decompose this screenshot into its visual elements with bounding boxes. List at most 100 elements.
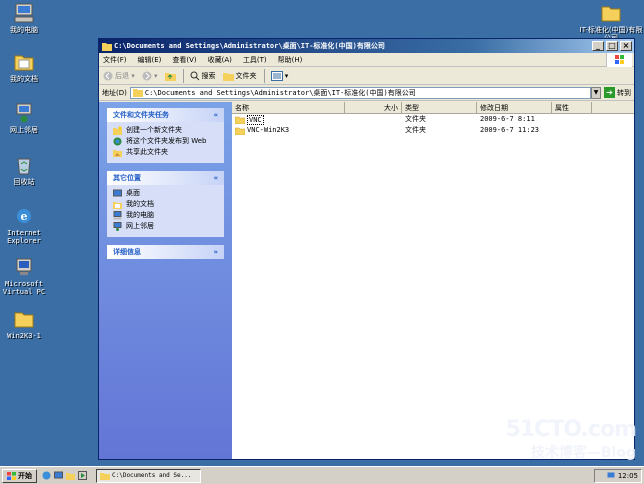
up-folder-icon (164, 72, 176, 81)
search-label: 搜索 (201, 71, 216, 80)
column-modified[interactable]: 修改日期 (477, 102, 552, 113)
new-folder-icon (113, 126, 122, 135)
place-my-documents[interactable]: 我的文档 (113, 200, 218, 209)
panel-header[interactable]: 其它位置 « (107, 171, 224, 185)
search-button[interactable]: 搜索 (190, 71, 216, 81)
menu-favorites[interactable]: 收藏(A) (208, 55, 232, 65)
desktop-icon-ie[interactable]: e Internet Explorer (0, 206, 54, 245)
watermark-line1: 51CTO.com (505, 417, 637, 442)
up-folder-button[interactable] (164, 71, 176, 81)
show-desktop-icon[interactable] (54, 471, 63, 480)
clock[interactable]: 12:05 (618, 472, 638, 480)
share-folder-icon (113, 150, 122, 157)
search-icon (190, 71, 199, 80)
folder-icon (235, 127, 245, 135)
views-button[interactable]: ▾ (270, 70, 288, 81)
file-row[interactable]: VNC 文件夹 2009-6-7 8:11 (232, 114, 634, 125)
back-arrow-icon (103, 71, 113, 80)
tray-network-icon[interactable] (607, 472, 615, 480)
maximize-button[interactable]: □ (606, 41, 618, 51)
file-type: 文件夹 (405, 115, 426, 123)
collapse-chevron-icon[interactable]: « (213, 111, 218, 119)
globe-icon (113, 137, 122, 146)
title-bar[interactable]: C:\Documents and Settings\Administrator\… (99, 39, 634, 53)
file-row[interactable]: VNC-Win2K3 文件夹 2009-6-7 11:23 (232, 125, 634, 136)
folder-icon (14, 312, 34, 328)
forward-arrow-icon (142, 71, 152, 80)
documents-folder-icon (14, 55, 34, 71)
desktop-icon-label: Internet Explorer (7, 229, 41, 245)
file-name-cell: VNC (232, 114, 345, 125)
collapse-chevron-icon[interactable]: « (213, 174, 218, 182)
watermark-line2: 技术博客—Blog (530, 445, 636, 461)
file-name: VNC (247, 114, 264, 125)
column-name[interactable]: 名称 (232, 102, 345, 113)
file-attributes (552, 125, 592, 136)
task-label: 共享此文件夹 (126, 148, 168, 156)
place-desktop[interactable]: 桌面 (113, 189, 218, 198)
panel-header[interactable]: 详细信息 » (107, 245, 224, 259)
desktop-icon-company-folder[interactable]: IT-标准化(中国)有限公司 (578, 3, 644, 42)
desktop-icon-label: 回收站 (13, 178, 35, 186)
minimize-button[interactable]: _ (592, 41, 604, 51)
folder-icon (601, 6, 621, 22)
column-attributes[interactable]: 属性 (552, 102, 592, 113)
address-dropdown-button[interactable]: ▼ (591, 86, 601, 99)
taskbar-window-button[interactable]: C:\Documents and Se... (96, 468, 201, 483)
watermark: 51CTO.com 技术博客—Blog (505, 417, 637, 462)
address-label: 地址(D) (102, 88, 127, 97)
ie-quicklaunch-icon[interactable] (42, 471, 51, 480)
desktop-icon-recycle-bin[interactable]: 回收站 (0, 155, 54, 186)
back-label: 后退 (115, 71, 129, 80)
place-my-computer[interactable]: 我的电脑 (113, 211, 218, 220)
panel-header[interactable]: 文件和文件夹任务 « (107, 108, 224, 122)
expand-chevron-icon[interactable]: » (213, 248, 218, 256)
system-tray: 12:05 (594, 468, 642, 483)
column-size[interactable]: 大小 (345, 102, 402, 113)
back-button[interactable]: 后退 ▾ (103, 71, 135, 81)
content-area: 文件和文件夹任务 « 创建一个新文件夹 将这个文件夹发布到 Web 共享此文件夹 (99, 102, 634, 459)
place-label: 我的文档 (126, 200, 154, 208)
desktop-icon-label: 网上邻居 (10, 126, 38, 134)
desktop-icon-label: 我的文档 (10, 75, 38, 83)
menu-view[interactable]: 查看(V) (172, 55, 196, 65)
task-pane: 文件和文件夹任务 « 创建一个新文件夹 将这个文件夹发布到 Web 共享此文件夹 (99, 102, 232, 459)
menu-edit[interactable]: 编辑(E) (138, 55, 162, 65)
forward-button[interactable]: ▾ (142, 71, 158, 81)
desktop-icon-label: 我的电脑 (10, 26, 38, 34)
file-modified: 2009-6-7 11:23 (480, 126, 540, 134)
desktop-icon-my-documents[interactable]: 我的文档 (0, 52, 54, 83)
task-label: 创建一个新文件夹 (126, 126, 182, 134)
desktop-icon-win2k3[interactable]: Win2K3-1 (0, 309, 54, 340)
menu-tools[interactable]: 工具(T) (243, 55, 267, 65)
folders-button[interactable]: 文件夹 (222, 71, 257, 81)
column-type[interactable]: 类型 (402, 102, 477, 113)
explorer-quicklaunch-icon[interactable] (66, 471, 75, 480)
column-header-row: 名称 大小 类型 修改日期 属性 (232, 102, 634, 114)
start-label: 开始 (18, 471, 32, 480)
place-network[interactable]: 网上邻居 (113, 222, 218, 231)
file-size (345, 125, 402, 136)
start-button[interactable]: 开始 (2, 468, 37, 483)
media-quicklaunch-icon[interactable] (78, 471, 87, 480)
desktop-icon-network[interactable]: 网上邻居 (0, 103, 54, 134)
folder-icon (132, 89, 143, 97)
desktop-icon-label: Microsoft Virtual PC (2, 280, 46, 296)
go-button[interactable]: ➔ 转到 (604, 87, 631, 98)
task-publish-web[interactable]: 将这个文件夹发布到 Web (113, 137, 218, 146)
panel-file-tasks: 文件和文件夹任务 « 创建一个新文件夹 将这个文件夹发布到 Web 共享此文件夹 (107, 108, 224, 163)
task-new-folder[interactable]: 创建一个新文件夹 (113, 126, 218, 135)
internet-explorer-icon: e (17, 209, 31, 223)
address-input[interactable]: C:\Documents and Settings\Administrator\… (129, 86, 591, 99)
task-share-folder[interactable]: 共享此文件夹 (113, 148, 218, 157)
close-button[interactable]: × (620, 41, 632, 51)
place-label: 我的电脑 (126, 211, 154, 219)
desktop-icon-virtual-pc[interactable]: Microsoft Virtual PC (0, 257, 54, 296)
windows-logo-icon (606, 53, 632, 67)
recycle-bin-icon (17, 158, 31, 175)
address-value: C:\Documents and Settings\Administrator\… (144, 88, 416, 97)
menu-help[interactable]: 帮助(H) (278, 55, 303, 65)
address-bar: 地址(D) C:\Documents and Settings\Administ… (99, 85, 634, 101)
desktop-icon-my-computer[interactable]: 我的电脑 (0, 3, 54, 34)
menu-file[interactable]: 文件(F) (103, 55, 127, 65)
